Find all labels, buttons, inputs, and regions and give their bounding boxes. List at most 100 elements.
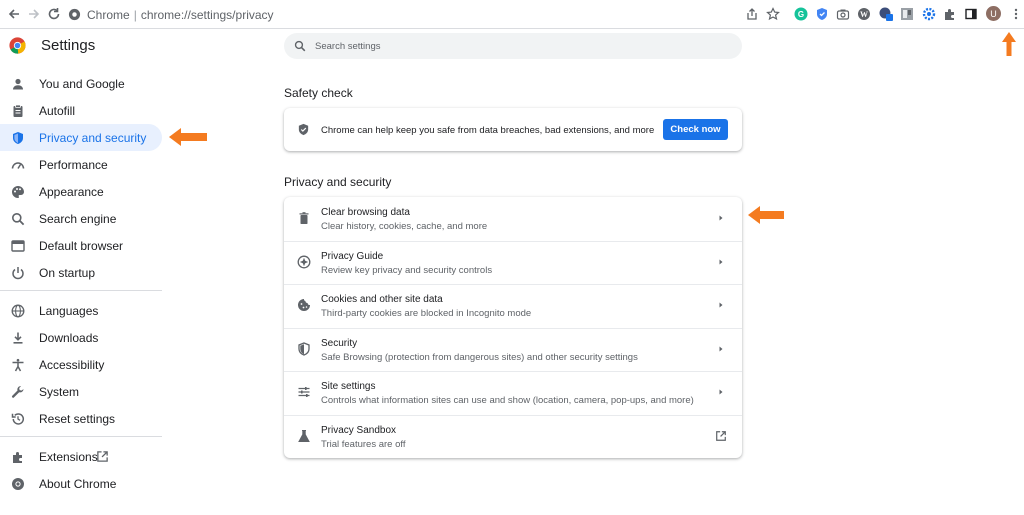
sidebar-item-label: About Chrome: [39, 477, 117, 491]
row-title: Privacy Sandbox: [321, 424, 397, 436]
url-text: chrome://settings/privacy: [140, 7, 274, 22]
security-row[interactable]: Security Safe Browsing (protection from …: [284, 328, 742, 372]
power-icon: [12, 267, 24, 280]
sidebar-item-label: Reset settings: [39, 412, 116, 426]
sidebar-divider: [0, 290, 162, 291]
side-panel-icon[interactable]: [964, 7, 978, 21]
profile-avatar[interactable]: U: [986, 6, 1001, 21]
row-title: Security: [321, 337, 358, 349]
share-icon[interactable]: [745, 7, 759, 21]
privacy-guide-row[interactable]: Privacy Guide Review key privacy and sec…: [284, 241, 742, 285]
person-icon: [13, 78, 23, 90]
sidebar-item-appearance[interactable]: Appearance: [0, 178, 162, 205]
sidebar-item-reset-settings[interactable]: Reset settings: [0, 405, 162, 432]
clipboard-icon: [13, 104, 23, 117]
site-name: Chrome: [87, 7, 130, 22]
sidebar-item-performance[interactable]: Performance: [0, 151, 162, 178]
annotation-arrow-left: [748, 206, 784, 224]
photo-extension-icon[interactable]: [900, 7, 914, 21]
privacy-sandbox-row[interactable]: Privacy Sandbox Trial features are off: [284, 415, 742, 459]
cookies-row[interactable]: Cookies and other site data Third-party …: [284, 284, 742, 328]
grammarly-extension-icon[interactable]: G: [794, 7, 808, 21]
sidebar-item-label: Autofill: [39, 104, 76, 118]
sidebar-item-default-browser[interactable]: Default browser: [0, 232, 162, 259]
privacy-card: Clear browsing data Clear history, cooki…: [284, 197, 742, 458]
row-subtitle: Safe Browsing (protection from dangerous…: [321, 351, 638, 363]
sidebar-item-label: Privacy and security: [39, 131, 147, 145]
more-vert-icon[interactable]: [1009, 7, 1023, 21]
safety-check-card: Chrome can help keep you safe from data …: [284, 108, 742, 151]
arrow-left-icon: [8, 9, 19, 19]
sliders-icon: [298, 387, 310, 397]
row-subtitle: Third-party cookies are blocked in Incog…: [321, 308, 532, 319]
sidebar-item-you-and-google[interactable]: You and Google: [0, 70, 162, 97]
settings-title: Settings: [41, 37, 96, 54]
sidebar-item-label: Downloads: [39, 331, 99, 345]
sidebar-item-label: Search engine: [39, 212, 117, 226]
chevron-right-icon: [719, 259, 723, 264]
compass-icon: [297, 255, 311, 268]
reload-button[interactable]: [46, 6, 62, 22]
puzzle-icon[interactable]: [943, 7, 957, 21]
sidebar-item-downloads[interactable]: Downloads: [0, 324, 162, 351]
address-bar[interactable]: Chrome | chrome://settings/privacy: [68, 4, 788, 25]
history-icon: [11, 413, 24, 425]
annotation-arrow-up: [1002, 32, 1016, 56]
shield-icon: [13, 132, 23, 144]
row-title: Clear browsing data: [321, 207, 410, 218]
back-button[interactable]: [6, 6, 22, 22]
sidebar-item-accessibility[interactable]: Accessibility: [0, 351, 162, 378]
sidebar-item-extensions[interactable]: Extensions: [0, 443, 162, 470]
browser-toolbar: Chrome | chrome://settings/privacy G W U: [0, 0, 1024, 29]
chrome-icon: [12, 478, 24, 490]
search-icon: [12, 213, 25, 226]
row-title: Privacy Guide: [321, 250, 384, 262]
row-title: Site settings: [321, 381, 376, 392]
blue-extension-icon[interactable]: [879, 7, 893, 21]
row-subtitle: Trial features are off: [321, 438, 406, 450]
settings-header: Settings: [0, 33, 280, 61]
sidebar-item-search-engine[interactable]: Search engine: [0, 205, 162, 232]
row-subtitle: Clear history, cookies, cache, and more: [321, 221, 488, 232]
safety-check-text: Chrome can help keep you safe from data …: [321, 125, 655, 136]
sidebar-item-on-startup[interactable]: On startup: [0, 259, 162, 286]
wordpress-extension-icon[interactable]: W: [857, 7, 871, 21]
svg-text:W: W: [860, 10, 868, 19]
forward-button[interactable]: [26, 6, 42, 22]
wrench-icon: [11, 386, 24, 398]
accessibility-icon: [12, 358, 24, 372]
sidebar-item-privacy-and-security[interactable]: Privacy and security: [0, 124, 162, 151]
sidebar-item-label: Extensions: [39, 450, 98, 464]
chevron-right-icon: [719, 346, 723, 351]
sidebar-item-label: You and Google: [39, 77, 125, 91]
sidebar-item-label: On startup: [39, 266, 96, 280]
sidebar-divider: [0, 436, 162, 437]
arrow-right-icon: [29, 9, 40, 19]
check-now-button[interactable]: Check now: [663, 119, 728, 140]
gear-extension-icon[interactable]: [922, 7, 936, 21]
sidebar-item-system[interactable]: System: [0, 378, 162, 405]
shield-check-icon: [298, 123, 309, 136]
sidebar-item-label: Appearance: [39, 185, 104, 199]
palette-icon: [12, 186, 24, 198]
globe-icon: [11, 304, 25, 318]
star-icon[interactable]: [766, 7, 780, 21]
sidebar-item-about-chrome[interactable]: About Chrome: [0, 470, 162, 497]
privacy-and-security-heading: Privacy and security: [284, 175, 392, 189]
chevron-right-icon: [719, 215, 723, 221]
search-settings-input[interactable]: Search settings: [284, 33, 742, 59]
shield-extension-icon[interactable]: [815, 7, 829, 21]
camera-extension-icon[interactable]: [836, 7, 850, 21]
sidebar-item-autofill[interactable]: Autofill: [0, 97, 162, 124]
open-in-new-icon: [97, 451, 108, 462]
sidebar-item-label: Accessibility: [39, 358, 105, 372]
chrome-logo-icon: [9, 37, 26, 54]
sidebar-item-languages[interactable]: Languages: [0, 297, 162, 324]
shield-icon: [298, 341, 310, 356]
clear-browsing-data-row[interactable]: Clear browsing data Clear history, cooki…: [284, 197, 742, 241]
row-title: Cookies and other site data: [321, 294, 443, 305]
open-in-new-icon: [716, 430, 726, 441]
site-settings-row[interactable]: Site settings Controls what information …: [284, 371, 742, 415]
row-subtitle: Review key privacy and security controls: [321, 264, 493, 276]
annotation-arrow-left: [169, 128, 207, 146]
